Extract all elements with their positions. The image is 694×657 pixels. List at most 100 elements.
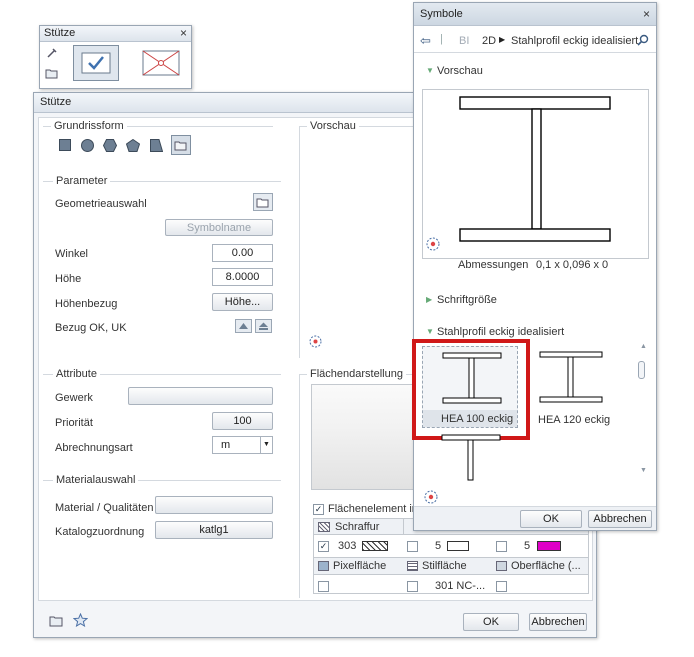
abmessungen-value: 0,1 x 0,096 x 0 <box>536 259 609 271</box>
schraffur-number: 303 <box>338 540 357 552</box>
winkel-label: Winkel <box>55 248 89 260</box>
schriftgroesse-chevron-icon[interactable]: ▶ <box>426 295 432 304</box>
breadcrumb-separator: | <box>440 33 443 45</box>
pen1-checkbox[interactable] <box>407 541 418 552</box>
hoehenbezug-button[interactable]: Höhe... <box>212 293 273 311</box>
symbole-center-icon[interactable] <box>423 489 439 505</box>
partial-tile-drawing <box>441 434 501 481</box>
hatch-icon <box>318 522 330 532</box>
palette-close-icon[interactable]: × <box>180 26 187 40</box>
gewerk-button[interactable] <box>128 387 273 405</box>
favorite-open-icon[interactable] <box>48 612 64 628</box>
profile-chevron-icon[interactable]: ▼ <box>426 327 434 336</box>
schraffur-header: Schraffur <box>314 519 404 535</box>
symbole-ok-button[interactable]: OK <box>520 510 582 528</box>
prioritaet-label: Priorität <box>55 417 93 429</box>
square-shape-icon[interactable] <box>58 138 72 152</box>
ibeam-hea120-drawing <box>539 351 603 403</box>
stil-icon <box>407 561 418 571</box>
stuetze-palette: Stütze × <box>39 25 192 89</box>
symbole-navbar: ⇦ | BI 2D ▶ Stahlprofil eckig idealisier… <box>414 29 656 53</box>
symbole-title: Symbole <box>420 8 463 20</box>
pipette-icon[interactable] <box>45 46 59 60</box>
pen2-magenta-swatch[interactable] <box>537 541 561 551</box>
geometrie-label: Geometrieauswahl <box>55 198 147 210</box>
abrechnung-value: m <box>221 439 231 451</box>
winkel-input[interactable]: 0.00 <box>212 244 273 262</box>
grundriss-group-label: Grundrissform <box>51 120 127 132</box>
abmessungen-label: Abmessungen <box>458 259 529 271</box>
symbol-tile-hea120[interactable]: HEA 120 eckig <box>532 346 628 428</box>
dialog-ok-button[interactable]: OK <box>463 613 519 631</box>
search-icon[interactable] <box>636 33 650 47</box>
symbol-folder-icon[interactable] <box>171 135 191 155</box>
prioritaet-button[interactable]: 100 <box>212 412 273 430</box>
selection-highlight <box>412 339 530 440</box>
schraffur-label: Schraffur <box>335 521 380 533</box>
favorite-save-icon[interactable] <box>72 612 88 628</box>
geometrie-folder-icon[interactable] <box>253 193 273 211</box>
oberflaeche-checkbox[interactable] <box>496 581 507 592</box>
dialog-cancel-button[interactable]: Abbrechen <box>529 613 587 631</box>
bezug-ok-icon[interactable] <box>235 319 252 333</box>
symbole-titlebar: Symbole × <box>414 3 656 26</box>
parameter-group-label: Parameter <box>53 175 111 187</box>
abrechnung-select[interactable]: m ▼ <box>212 436 273 454</box>
cancel-envelope-button[interactable] <box>136 45 186 81</box>
circle-shape-icon[interactable] <box>80 138 94 152</box>
symbole-close-icon[interactable]: × <box>643 7 650 21</box>
open-folder-icon[interactable] <box>45 66 59 80</box>
schraffur-checkbox[interactable]: ✓ <box>318 541 329 552</box>
bezug-uk-icon[interactable] <box>255 319 272 333</box>
hatch-swatch[interactable] <box>362 541 388 551</box>
breadcrumb-2d[interactable]: 2D <box>482 35 496 47</box>
hoehe-input[interactable]: 8.0000 <box>212 268 273 286</box>
trapezoid-shape-icon[interactable] <box>149 138 163 152</box>
flaechen-group-label: Flächendarstellung <box>307 368 406 380</box>
breadcrumb-chevron-icon: ▶ <box>499 35 506 44</box>
stil-checkbox[interactable] <box>407 581 418 592</box>
palette-title: Stütze <box>44 27 76 39</box>
pixel-checkbox[interactable] <box>318 581 329 592</box>
schriftgroesse-label[interactable]: Schriftgröße <box>437 294 497 306</box>
symbole-preview <box>422 89 649 259</box>
preview-center-icon[interactable] <box>425 236 441 252</box>
bezug-label: Bezug OK, UK <box>55 322 127 334</box>
attribute-group-label: Attribute <box>53 368 100 380</box>
flaechenelement-checkbox[interactable]: ✓ <box>313 504 324 515</box>
view-center-icon[interactable] <box>308 334 322 348</box>
back-arrow-icon[interactable]: ⇦ <box>420 33 431 49</box>
material-group <box>43 480 281 550</box>
symbole-window: Symbole × ⇦ | BI 2D ▶ Stahlprofil eckig … <box>412 2 657 531</box>
oberflaeche-label: Oberfläche (... <box>511 560 581 572</box>
pixel-icon <box>318 561 329 571</box>
breadcrumb-current[interactable]: Stahlprofil eckig idealisiert <box>511 35 638 47</box>
pixelflaeche-label: Pixelfläche <box>333 560 387 572</box>
symbole-cancel-button[interactable]: Abbrechen <box>588 510 652 528</box>
hexagon-shape-icon[interactable] <box>103 138 117 152</box>
pen1-swatch[interactable] <box>447 541 469 551</box>
gewerk-label: Gewerk <box>55 392 93 404</box>
scroll-up-icon[interactable]: ▲ <box>640 343 647 350</box>
symbolname-button[interactable]: Symbolname <box>165 219 273 236</box>
pen2-value: 5 <box>524 540 531 552</box>
palette-titlebar: Stütze × <box>40 26 191 42</box>
pen2-checkbox[interactable] <box>496 541 507 552</box>
profile-section-label: Stahlprofil eckig idealisiert <box>437 326 565 338</box>
polygon-shape-icon[interactable] <box>126 138 140 152</box>
scroll-thumb[interactable] <box>638 361 645 379</box>
dropdown-arrow-icon[interactable]: ▼ <box>260 437 272 453</box>
pen1-value: 5 <box>435 540 442 552</box>
katalog-button[interactable]: katlg1 <box>155 521 273 539</box>
hoehe-label: Höhe <box>55 273 82 285</box>
qualitaet-button[interactable] <box>155 496 273 514</box>
vorschau-chevron-icon[interactable]: ▼ <box>426 66 434 75</box>
katalog-label: Katalogzuordnung <box>55 526 145 538</box>
apply-check-button[interactable] <box>73 45 119 81</box>
hoehenbezug-label: Höhenbezug <box>55 298 118 310</box>
ibeam-large-drawing <box>459 96 611 242</box>
abrechnung-label: Abrechnungsart <box>55 442 133 454</box>
stilflaeche-label: Stilfläche <box>422 560 467 572</box>
breadcrumb-bi[interactable]: BI <box>459 35 469 47</box>
scroll-down-icon[interactable]: ▼ <box>640 467 647 474</box>
